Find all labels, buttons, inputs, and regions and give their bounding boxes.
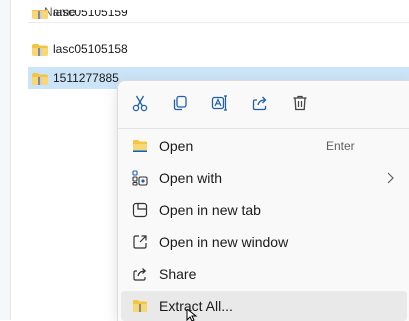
file-name: 1511277885 bbox=[53, 71, 119, 85]
zip-folder-icon bbox=[32, 43, 48, 56]
context-menu-toolbar bbox=[118, 81, 409, 125]
mouse-pointer-icon bbox=[186, 309, 198, 321]
menu-item-open-new-window[interactable]: Open in new window bbox=[121, 227, 407, 257]
menu-item-open-new-tab[interactable]: Open in new tab bbox=[121, 195, 407, 225]
menu-item-label: Share bbox=[159, 266, 197, 282]
share-button[interactable] bbox=[248, 91, 272, 115]
new-window-icon bbox=[133, 235, 147, 249]
extract-icon bbox=[133, 300, 147, 312]
copy-icon bbox=[173, 95, 187, 111]
rename-button[interactable] bbox=[208, 91, 232, 115]
trash-icon bbox=[293, 95, 307, 111]
file-name: lasc05105158 bbox=[53, 42, 128, 56]
share-icon bbox=[252, 96, 267, 111]
menu-item-label: Open with bbox=[159, 170, 223, 186]
menu-item-shortcut: Enter bbox=[326, 139, 355, 153]
file-name: lasc05105159 bbox=[53, 10, 128, 19]
navigation-pane-edge bbox=[0, 0, 11, 320]
new-tab-icon bbox=[132, 202, 148, 218]
menu-item-open-with[interactable]: Open with bbox=[121, 163, 407, 193]
context-menu: Open Enter Open with Open in new tab Ope… bbox=[117, 80, 409, 321]
folder-icon bbox=[133, 140, 147, 152]
scissors-icon bbox=[132, 95, 148, 112]
zip-folder-icon bbox=[32, 10, 48, 19]
menu-item-label: Open in new window bbox=[159, 234, 289, 250]
file-row[interactable]: lasc05105158 bbox=[28, 38, 409, 60]
zip-folder-icon bbox=[32, 72, 48, 85]
rename-icon bbox=[211, 95, 227, 111]
menu-item-share[interactable]: Share bbox=[121, 259, 407, 289]
chevron-right-icon bbox=[387, 172, 394, 184]
open-with-icon bbox=[132, 170, 148, 186]
menu-item-extract-all[interactable]: Extract All... bbox=[121, 291, 407, 321]
copy-button[interactable] bbox=[168, 91, 192, 115]
menu-separator bbox=[118, 128, 409, 129]
menu-item-label: Open bbox=[159, 138, 194, 154]
menu-item-open[interactable]: Open Enter bbox=[121, 131, 407, 161]
menu-item-label: Open in new tab bbox=[159, 202, 261, 218]
delete-button[interactable] bbox=[288, 91, 312, 115]
cut-button[interactable] bbox=[128, 91, 152, 115]
file-row-partial[interactable]: lasc05105159 bbox=[28, 10, 409, 26]
share-icon bbox=[133, 268, 147, 281]
